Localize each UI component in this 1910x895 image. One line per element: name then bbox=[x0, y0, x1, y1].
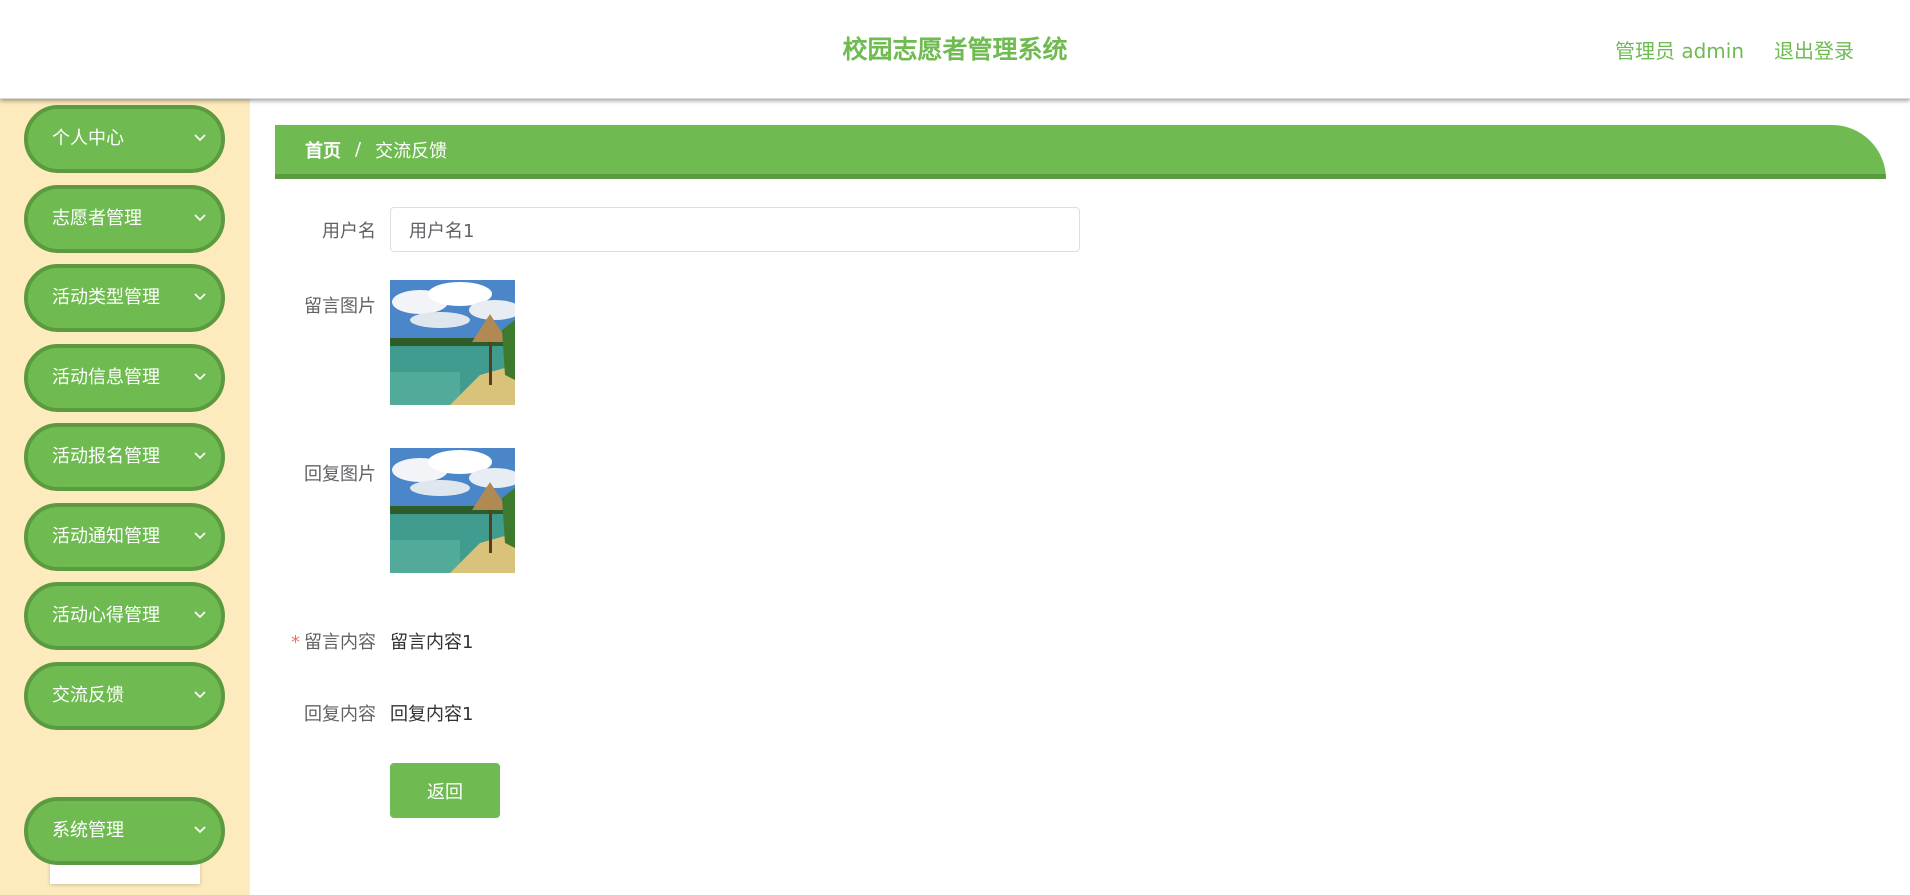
sidebar-item-label: 志愿者管理 bbox=[52, 208, 142, 229]
chevron-down-icon bbox=[194, 826, 206, 834]
sidebar-item-label: 活动报名管理 bbox=[52, 446, 160, 467]
back-button[interactable]: 返回 bbox=[390, 763, 500, 818]
top-right-actions: 管理员 admin 退出登录 bbox=[1615, 0, 1854, 99]
breadcrumb-home[interactable]: 首页 bbox=[305, 137, 341, 163]
message-content-label-text: 留言内容 bbox=[304, 632, 376, 653]
breadcrumb-bar: 首页 / 交流反馈 bbox=[275, 125, 1886, 179]
beach-photo bbox=[390, 448, 515, 573]
breadcrumb-current: 交流反馈 bbox=[375, 140, 448, 162]
sidebar-item-label: 活动类型管理 bbox=[52, 287, 160, 308]
message-image[interactable] bbox=[390, 280, 515, 405]
required-mark: * bbox=[291, 632, 300, 653]
sidebar-item-label: 活动信息管理 bbox=[52, 367, 160, 388]
sidebar-item-label: 交流反馈 bbox=[52, 685, 124, 706]
message-content-label: * 留言内容 bbox=[176, 628, 376, 654]
chevron-down-icon bbox=[194, 373, 206, 381]
user-label: 管理员 admin bbox=[1614, 39, 1744, 63]
message-content-value: 留言内容1 bbox=[390, 632, 474, 653]
message-image-label: 留言图片 bbox=[304, 296, 376, 317]
top-bar: 校园志愿者管理系统 管理员 admin 退出登录 bbox=[0, 0, 1910, 99]
reply-content-label: 回复内容 bbox=[304, 704, 376, 725]
breadcrumb: 首页 / 交流反馈 bbox=[305, 125, 447, 174]
chevron-down-icon bbox=[194, 611, 206, 619]
reply-image-label: 回复图片 bbox=[304, 464, 376, 485]
chevron-down-icon bbox=[194, 691, 206, 699]
logout-link[interactable]: 退出登录 bbox=[1774, 35, 1854, 64]
breadcrumb-separator: / bbox=[355, 139, 362, 160]
username-label: 用户名 bbox=[322, 221, 376, 242]
sidebar-item-label: 活动心得管理 bbox=[52, 605, 160, 626]
chevron-down-icon bbox=[194, 532, 206, 540]
sidebar-item-label: 活动通知管理 bbox=[52, 526, 160, 547]
chevron-down-icon bbox=[194, 134, 206, 142]
sidebar-item-activity-info-management[interactable]: 活动信息管理 bbox=[24, 344, 225, 412]
sidebar-item-system-management[interactable]: 系统管理 bbox=[24, 797, 225, 865]
reply-content-value: 回复内容1 bbox=[390, 704, 474, 725]
beach-photo bbox=[390, 280, 515, 405]
reply-image[interactable] bbox=[390, 448, 515, 573]
sidebar-item-personal-center[interactable]: 个人中心 bbox=[24, 105, 225, 173]
sidebar-item-label: 个人中心 bbox=[52, 128, 124, 149]
sidebar-item-activity-notice-management[interactable]: 活动通知管理 bbox=[24, 503, 225, 571]
username-field[interactable] bbox=[390, 207, 1080, 252]
sidebar-item-label: 系统管理 bbox=[52, 820, 124, 841]
